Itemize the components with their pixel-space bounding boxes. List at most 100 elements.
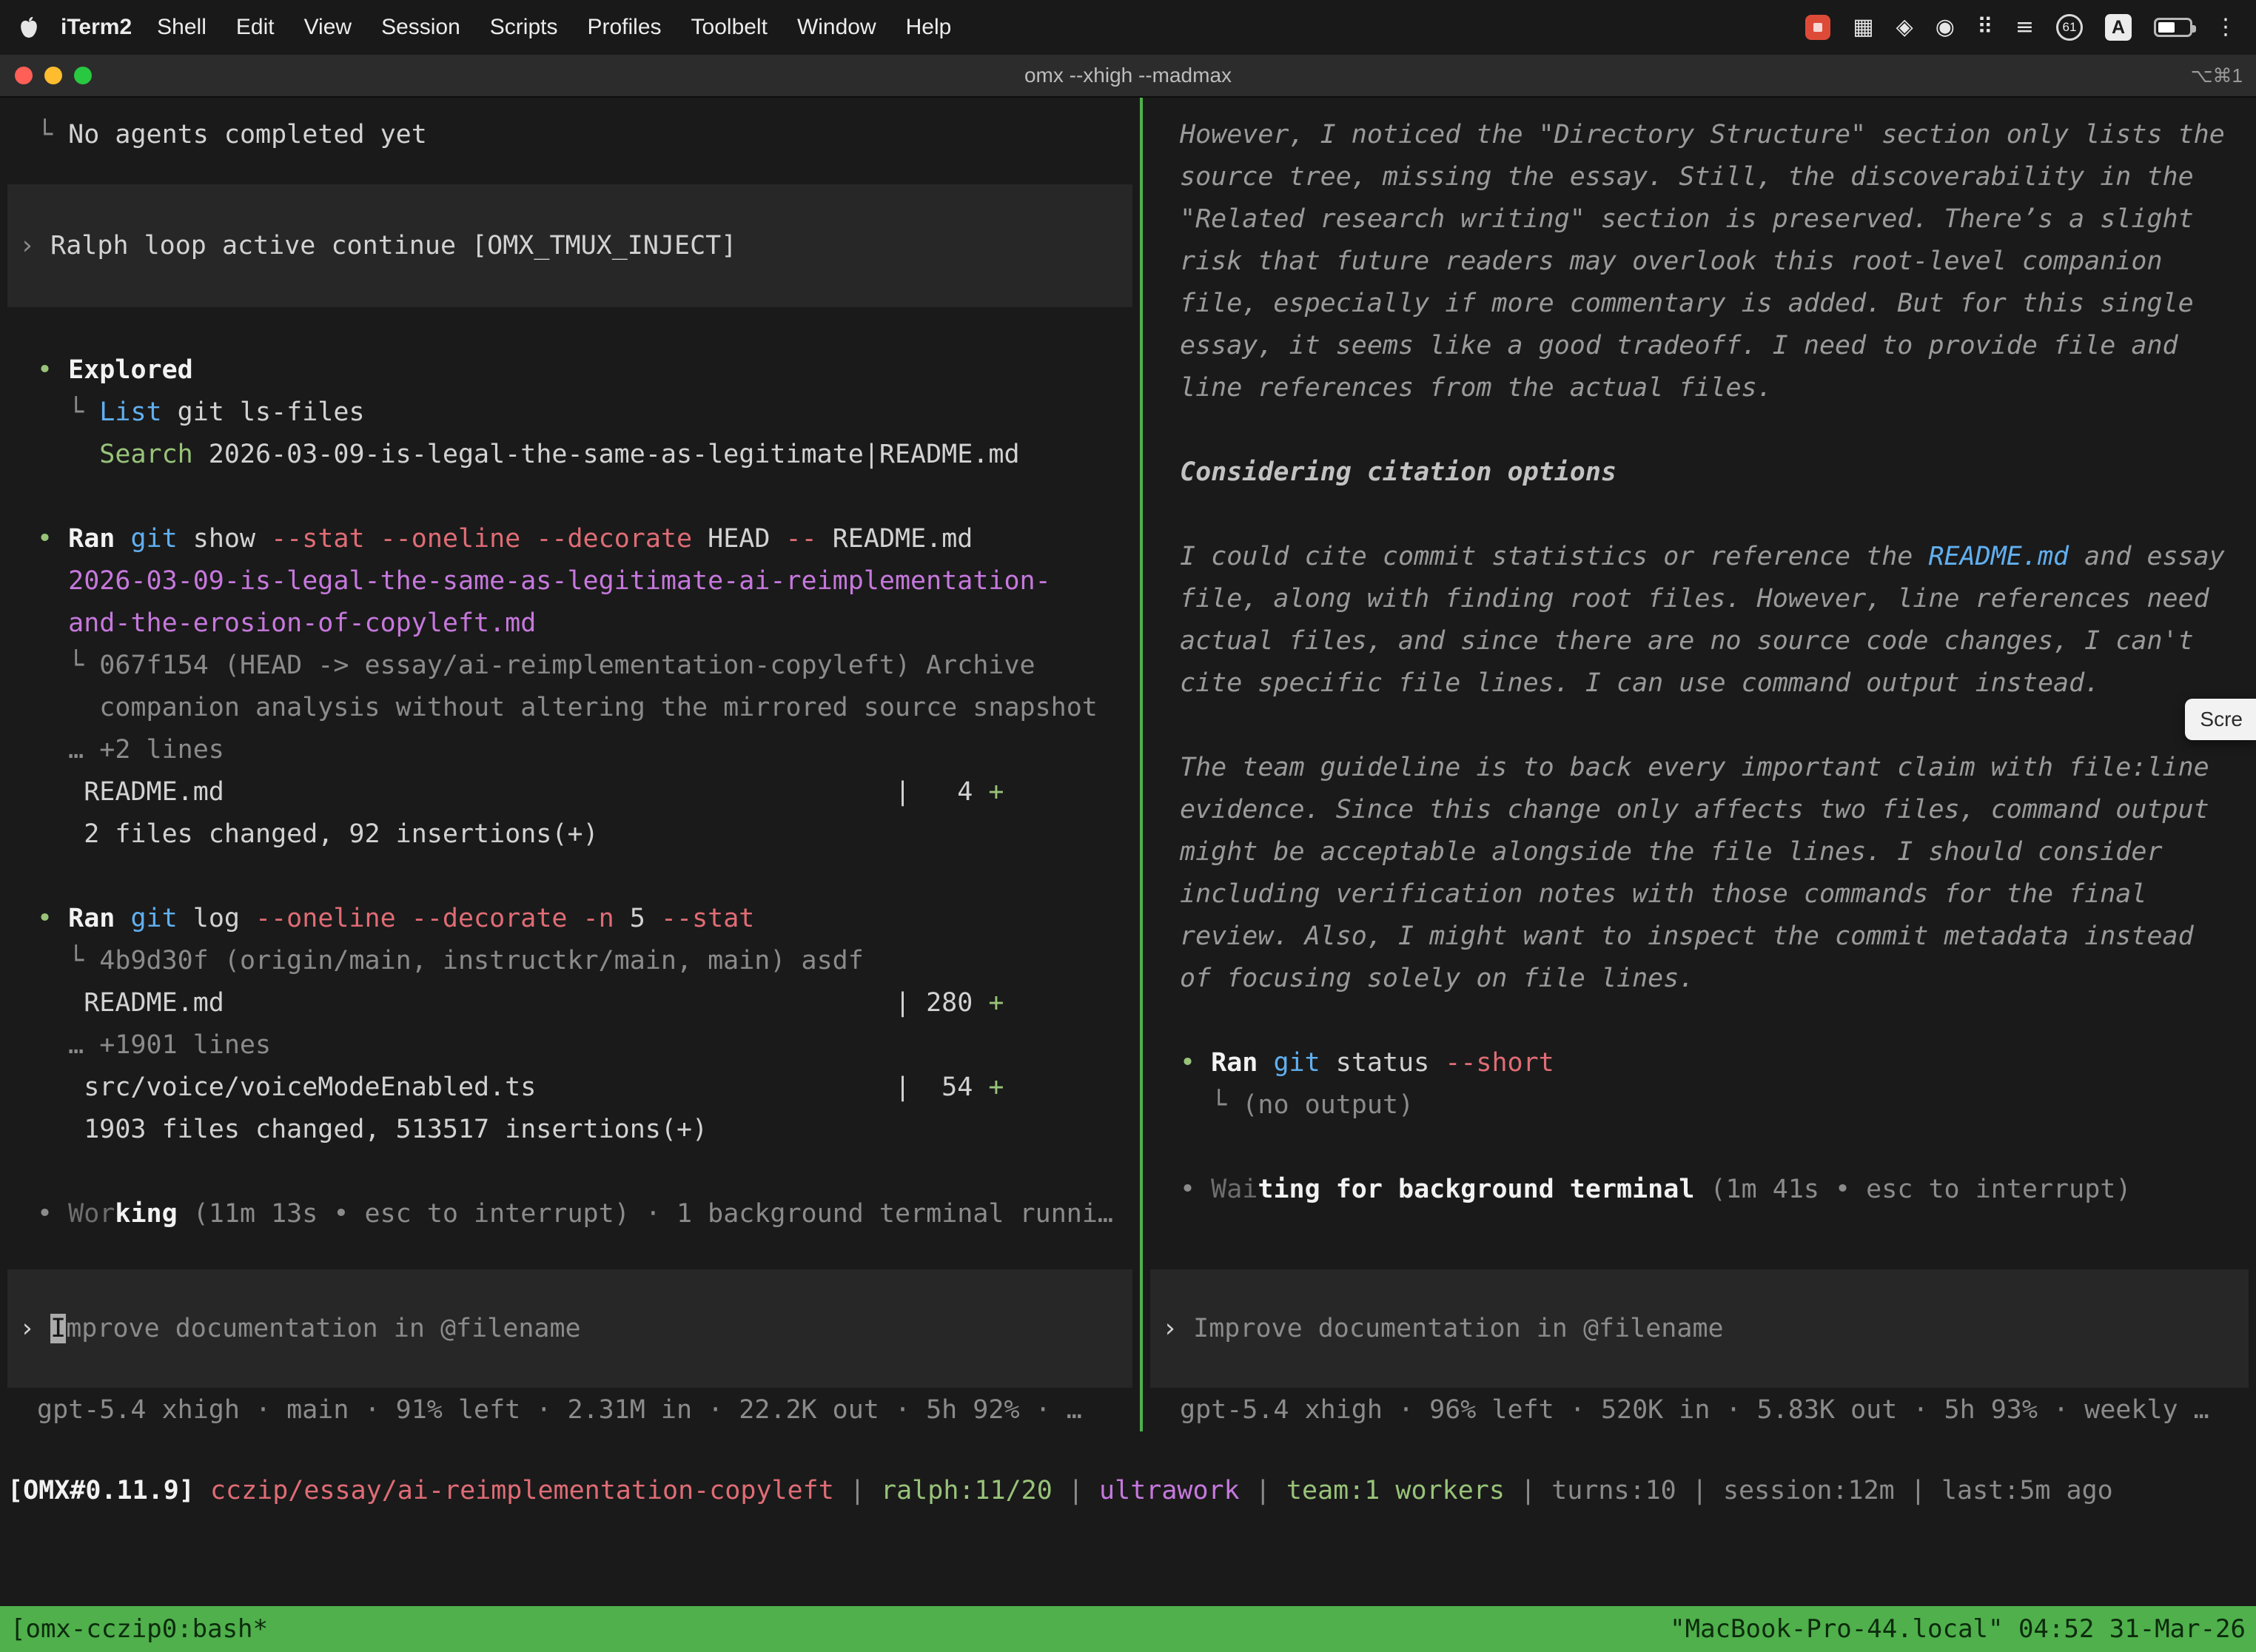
essay-filename-line: 2026-03-09-is-legal-the-same-as-legitima… [0, 560, 1140, 602]
diffstat-line: README.md | 280 + [0, 982, 1140, 1024]
text-segment: + [988, 1072, 1004, 1102]
ran-git-log: • Ran git log --oneline --decorate -n 5 … [0, 898, 1140, 940]
gauge-icon[interactable]: 61 [2056, 14, 2083, 41]
text-segment: • [37, 355, 68, 385]
text-segment: I could cite commit statistics or refere… [1180, 542, 1928, 571]
text-segment: mprove documentation in @filename [66, 1314, 580, 1343]
text-segment: --stat --oneline --decorate [271, 524, 692, 554]
prompt-input[interactable]: › Improve documentation in @filename [1150, 1269, 2249, 1388]
text-segment: README.md [1928, 542, 2069, 571]
tiles-icon[interactable]: ▦ [1853, 15, 1873, 40]
essay-filename-line: and-the-erosion-of-copyleft.md [0, 602, 1140, 645]
right-terminal-pane[interactable]: However, I noticed the "Directory Struct… [1143, 98, 2256, 1431]
text-segment: 4b9d30f (origin/main, instructkr/main, m… [99, 946, 864, 976]
text-segment: └ [37, 651, 99, 680]
left-pane-spacer [0, 1235, 1140, 1269]
reasoning-paragraph: The team guideline is to back every impo… [1143, 747, 2256, 1000]
tmux-host-clock: "MacBook-Pro-44.local" 04:52 31-Mar-26 [1670, 1614, 2246, 1644]
text-segment [37, 608, 68, 638]
ultrawork-mode-label: ultrawork [1099, 1476, 1240, 1505]
text-segment: README.md [817, 524, 973, 554]
text-segment: I [50, 1314, 66, 1343]
text-segment: gpt-5.4 xhigh · 96% left · 520K in · 5.8… [1180, 1395, 2209, 1425]
text-segment: Explored [68, 355, 193, 385]
prompt-input[interactable]: › Improve documentation in @filename [7, 1269, 1132, 1388]
explored-header: • Explored [0, 349, 1140, 392]
blank-line [0, 307, 1140, 349]
text-segment: + [988, 777, 1004, 807]
menu-item-scripts[interactable]: Scripts [490, 15, 558, 39]
menu-item-view[interactable]: View [304, 15, 352, 39]
left-terminal-pane[interactable]: └ No agents completed yet › Ralph loop a… [0, 98, 1140, 1431]
diffstat-line: src/voice/voiceModeEnabled.ts | 54 + [0, 1067, 1140, 1109]
tmux-session-window[interactable]: [omx-cczip0:bash* [10, 1614, 268, 1644]
text-segment: (no output) [1242, 1090, 1414, 1120]
ralph-loop-banner: › Ralph loop active continue [OMX_TMUX_I… [7, 184, 1132, 307]
text-segment: Ran [68, 904, 130, 933]
text-segment: | [1676, 1476, 1723, 1505]
input-source-icon[interactable]: A [2105, 14, 2132, 41]
text-segment: Search [99, 440, 192, 469]
text-segment: status [1320, 1048, 1446, 1078]
window-shortcut-badge: ⌥⌘1 [2191, 64, 2243, 87]
lines-icon[interactable]: ≡ [2015, 15, 2034, 40]
reasoning-paragraph: I could cite commit statistics or refere… [1143, 536, 2256, 705]
window-title-bar[interactable]: omx --xhigh --madmax ⌥⌘1 [0, 55, 2256, 98]
text-segment: Wai [1211, 1175, 1258, 1204]
text-segment: gpt-5.4 xhigh · main · 91% left · 2.31M … [37, 1395, 1082, 1425]
screen-recording-indicator[interactable] [1805, 15, 1830, 40]
text-segment: --oneline --decorate [255, 904, 567, 933]
battery-icon[interactable] [2154, 18, 2192, 37]
dots-grid-icon[interactable]: ⠿ [1977, 15, 1993, 40]
screen-overlay-button[interactable]: Scre [2185, 699, 2256, 740]
no-output-note: └ (no output) [1143, 1084, 2256, 1126]
text-segment: · 1 background terminal runni… [630, 1199, 1113, 1229]
text-segment: --stat [661, 904, 754, 933]
text-segment: | [1895, 1476, 1941, 1505]
location-icon[interactable]: ◈ [1896, 15, 1913, 40]
explored-search-item: Search 2026-03-09-is-legal-the-same-as-l… [0, 434, 1140, 476]
text-segment: ting for background terminal [1258, 1175, 1694, 1204]
menu-item-shell[interactable]: Shell [157, 15, 207, 39]
text-segment: log [178, 904, 255, 933]
record-circle-icon[interactable]: ◉ [1936, 15, 1955, 40]
apple-menu-icon[interactable] [19, 16, 38, 39]
turns-counter: turns:10 [1551, 1476, 1676, 1505]
commit-summary-line: companion analysis without altering the … [0, 687, 1140, 729]
ran-git-status: • Ran git status --short [1143, 1042, 2256, 1084]
text-segment: 1903 files changed, 513517 insertions(+) [37, 1115, 708, 1144]
menu-item-window[interactable]: Window [797, 15, 876, 39]
text-segment: Considering citation options [1180, 457, 1617, 487]
text-segment: -n [583, 904, 614, 933]
text-segment: git [130, 904, 177, 933]
menu-item-profiles[interactable]: Profiles [587, 15, 661, 39]
text-segment: • [1180, 1175, 1211, 1204]
text-segment: The team guideline is to back every impo… [1180, 753, 2225, 993]
commit-summary-line: └ 4b9d30f (origin/main, instructkr/main,… [0, 940, 1140, 982]
text-segment [178, 1199, 193, 1229]
blank-line [0, 1151, 1140, 1193]
text-segment: HEAD [692, 524, 785, 554]
menu-item-help[interactable]: Help [906, 15, 952, 39]
text-segment: (11m 13s • esc to interrupt) [193, 1199, 630, 1229]
menu-bar-status-icons: ▦ ◈ ◉ ⠿ ≡ 61 A ⋮ [1805, 14, 2237, 41]
blank-line [1143, 1000, 2256, 1042]
working-status-line: • Working (11m 13s • esc to interrupt) ·… [0, 1193, 1140, 1235]
ralph-counter: ralph:11/20 [881, 1476, 1053, 1505]
text-segment: 2026-03-09-is-legal-the-same-as-legitima… [193, 440, 1020, 469]
omx-branch-label: cczip/essay/ai-reimplementation-copyleft [210, 1476, 834, 1505]
text-segment: Ralph loop active continue [OMX_TMUX_INJ… [50, 231, 736, 261]
text-segment [37, 566, 68, 596]
diffstat-summary: 1903 files changed, 513517 insertions(+) [0, 1109, 1140, 1151]
menu-app-name[interactable]: iTerm2 [61, 15, 132, 40]
screen: iTerm2 Shell Edit View Session Scripts Profil… [0, 0, 2256, 1652]
menu-item-edit[interactable]: Edit [236, 15, 275, 39]
macos-menu-bar: iTerm2 Shell Edit View Session Scripts Profil… [0, 0, 2256, 55]
text-segment [1694, 1175, 1710, 1204]
text-segment: No agents completed yet [68, 120, 427, 150]
window-title: omx --xhigh --madmax [0, 64, 2256, 87]
control-center-icon[interactable]: ⋮ [2215, 15, 2237, 40]
left-pane-log: • Explored └ List git ls-files Search 20… [0, 307, 1140, 1235]
menu-item-session[interactable]: Session [381, 15, 460, 39]
menu-item-toolbelt[interactable]: Toolbelt [691, 15, 768, 39]
